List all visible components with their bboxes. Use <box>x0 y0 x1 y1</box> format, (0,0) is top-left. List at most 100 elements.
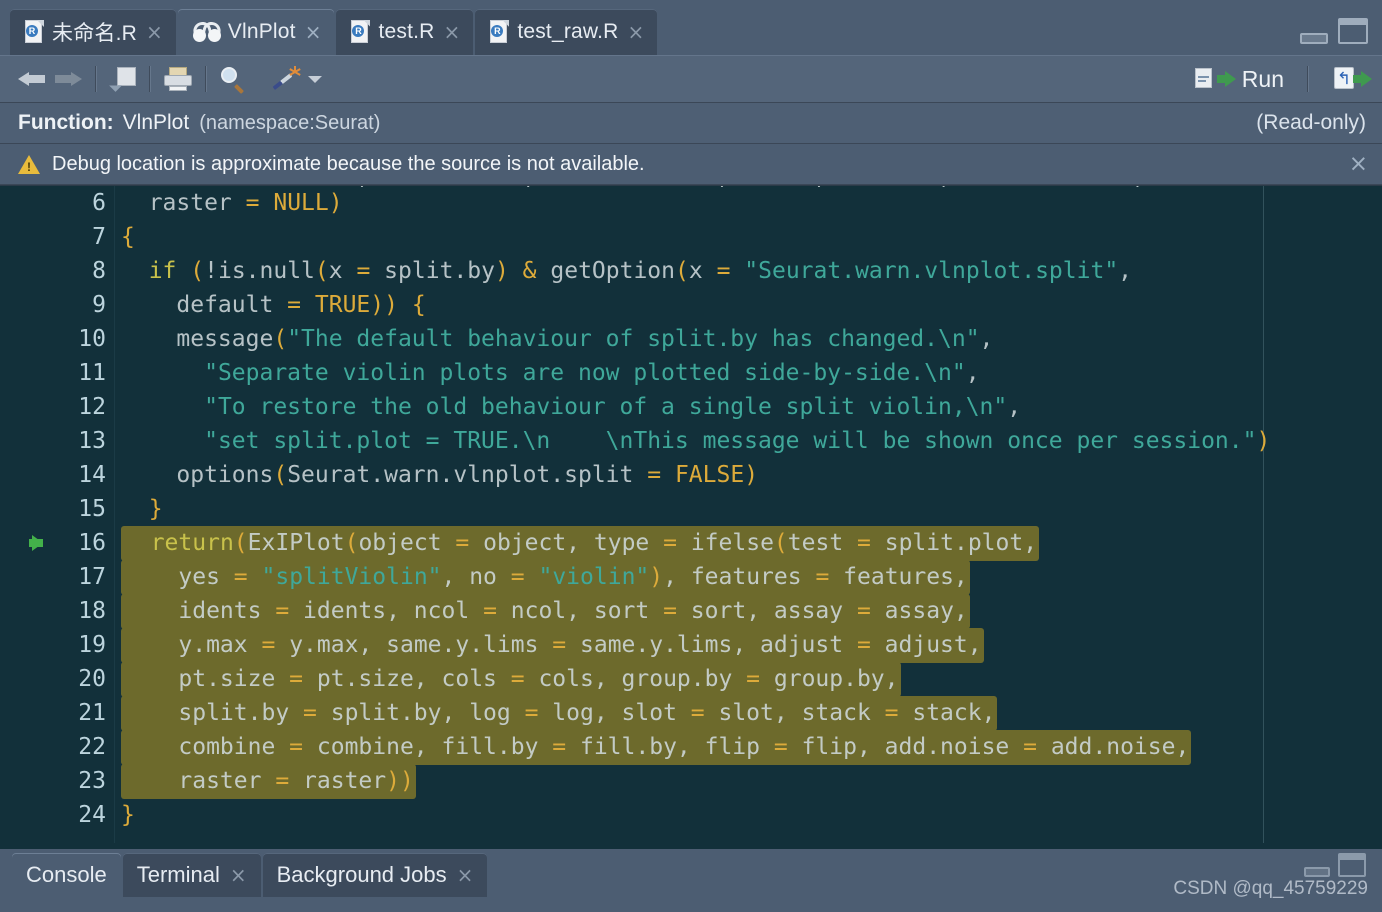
line-number: 23 <box>78 768 106 794</box>
gutter-row[interactable]: 20 <box>14 662 114 696</box>
code-line[interactable]: { <box>115 220 1382 254</box>
print-icon[interactable] <box>164 67 192 91</box>
rstudio-source-window: R 未命名.R × VlnPlot × R test.R × R test_ra… <box>0 0 1382 912</box>
close-icon[interactable]: × <box>628 22 645 42</box>
line-number: 20 <box>78 666 106 692</box>
line-number: 12 <box>78 394 106 420</box>
minimize-pane-icon[interactable] <box>1300 33 1328 44</box>
gutter-row[interactable]: 16 <box>14 526 114 560</box>
find-replace-icon[interactable] <box>220 66 246 94</box>
source-tab-test[interactable]: R test.R × <box>336 9 474 55</box>
code-line[interactable]: raster = NULL) <box>115 186 1382 220</box>
gutter-row[interactable]: 9 <box>14 288 136 322</box>
code-line[interactable]: idents = idents, ncol = ncol, sort = sor… <box>115 594 1382 629</box>
code-token-plain: y.max <box>123 632 262 658</box>
gutter-row[interactable]: 7 <box>14 220 136 254</box>
code-line[interactable]: options(Seurat.warn.vlnplot.split = FALS… <box>115 458 1382 492</box>
code-token-paren: )) <box>386 768 414 794</box>
gutter-row[interactable]: 22 <box>14 730 114 764</box>
code-line[interactable]: raster = raster)) <box>115 764 1382 799</box>
close-icon[interactable]: × <box>305 22 322 42</box>
code-line[interactable]: } <box>115 492 1382 526</box>
close-icon[interactable]: × <box>1349 152 1368 176</box>
gutter-row[interactable]: 6 <box>14 186 114 220</box>
code-line[interactable]: pt.size = pt.size, cols = cols, group.by… <box>115 662 1382 697</box>
console-tab-label: Terminal <box>136 862 220 887</box>
line-number: 7 <box>92 224 106 250</box>
code-line[interactable]: yes = "splitViolin", no = "violin"), fea… <box>115 560 1382 595</box>
show-in-new-window-icon[interactable] <box>109 67 136 92</box>
code-line[interactable]: default = TRUE)) { <box>115 288 1382 322</box>
gutter-row[interactable]: 12 <box>14 390 114 424</box>
tab-terminal[interactable]: Terminal × <box>122 853 261 897</box>
code-token-plain: sort, assay <box>676 598 857 624</box>
code-token-paren: ) <box>649 564 664 590</box>
code-line[interactable]: return(ExIPlot(object = object, type = i… <box>115 526 1382 561</box>
line-number: 13 <box>78 428 106 454</box>
code-token-plain: same.y.lims, adjust <box>566 632 857 658</box>
code-token-op: = <box>233 564 248 590</box>
code-token-paren: } <box>121 802 135 828</box>
code-line[interactable]: y.max = y.max, same.y.lims = same.y.lims… <box>115 628 1382 663</box>
code-token-kw: if <box>148 258 177 284</box>
code-token-op: = <box>773 734 788 760</box>
source-tab-test-raw[interactable]: R test_raw.R × <box>475 9 658 55</box>
source-tab-untitled[interactable]: R 未命名.R × <box>10 9 176 55</box>
code-token-plain: stack, <box>898 700 996 726</box>
gutter-row[interactable]: 15 <box>14 492 136 526</box>
tab-console[interactable]: Console <box>12 853 121 897</box>
code-line[interactable]: "Separate violin plots are now plotted s… <box>115 356 1382 390</box>
gutter-row[interactable]: 8 <box>14 254 114 288</box>
gutter-row[interactable]: 17 <box>14 560 114 594</box>
gutter-row[interactable]: 19 <box>14 628 114 662</box>
close-icon[interactable]: × <box>230 865 247 885</box>
gutter-row[interactable]: 13 <box>14 424 114 458</box>
toolbar-right-group: Run ↰ <box>1191 66 1372 93</box>
source-tab-vlnplot[interactable]: VlnPlot × <box>177 9 335 55</box>
code-token-const: FALSE <box>674 462 745 488</box>
line-number-gutter[interactable]: 6 7 8 9 10 11 12 13 14 15 16 17 18 19 20 21 22 23 24 <box>14 186 136 843</box>
maximize-pane-icon[interactable] <box>1338 18 1368 44</box>
code-token-plain: object, type <box>469 530 664 556</box>
close-icon[interactable]: × <box>146 22 163 42</box>
minimize-pane-icon[interactable] <box>1304 867 1330 877</box>
code-token-paren: )) <box>370 292 398 318</box>
code-line[interactable]: message("The default behaviour of split.… <box>115 322 1382 356</box>
code-token-op: = <box>690 700 705 726</box>
gutter-row[interactable]: 14 <box>14 458 114 492</box>
chevron-down-icon[interactable] <box>308 75 322 83</box>
gutter-row[interactable]: 24 <box>14 798 136 832</box>
code-line-text: return(ExIPlot(object = object, type = i… <box>121 526 1040 561</box>
r-file-icon: R <box>351 20 371 44</box>
maximize-pane-icon[interactable] <box>1338 853 1366 877</box>
gutter-row[interactable]: 18 <box>14 594 114 628</box>
code-editor[interactable]: 6 7 8 9 10 11 12 13 14 15 16 17 18 19 20 21 22 23 24 , , ,… <box>0 185 1382 849</box>
code-line[interactable]: "To restore the old behaviour of a singl… <box>115 390 1382 424</box>
gutter-row[interactable]: 23 <box>14 764 114 798</box>
code-line[interactable]: if (!is.null(x = split.by) & getOption(x… <box>115 254 1382 288</box>
code-text-area[interactable]: , , , , , , raster = NULL){ if (!is.null… <box>115 186 1382 843</box>
tab-background-jobs[interactable]: Background Jobs × <box>262 853 488 897</box>
forward-arrow-icon[interactable] <box>54 68 82 90</box>
source-button[interactable]: ↰ <box>1322 67 1372 91</box>
close-icon[interactable]: × <box>444 22 461 42</box>
gutter-row[interactable]: 10 <box>14 322 114 356</box>
code-token-plain: , <box>1007 394 1022 420</box>
back-arrow-icon[interactable] <box>18 68 46 90</box>
line-number: 22 <box>78 734 106 760</box>
run-button[interactable]: Run <box>1191 66 1294 93</box>
close-icon[interactable]: × <box>457 865 474 885</box>
code-token-op: = <box>245 190 260 216</box>
code-tools-icon[interactable] <box>272 66 302 92</box>
source-tab-label: 未命名.R <box>52 22 137 45</box>
gutter-row[interactable]: 11 <box>14 356 114 390</box>
code-line[interactable]: "set split.plot = TRUE.\n \nThis message… <box>115 424 1382 458</box>
code-token-plain: raster <box>123 768 276 794</box>
binoculars-icon <box>191 20 223 42</box>
code-line[interactable]: combine = combine, fill.by = fill.by, fl… <box>115 730 1382 765</box>
code-line[interactable]: split.by = split.by, log = log, slot = s… <box>115 696 1382 731</box>
code-line[interactable]: } <box>115 798 1382 832</box>
gutter-row[interactable]: 21 <box>14 696 114 730</box>
